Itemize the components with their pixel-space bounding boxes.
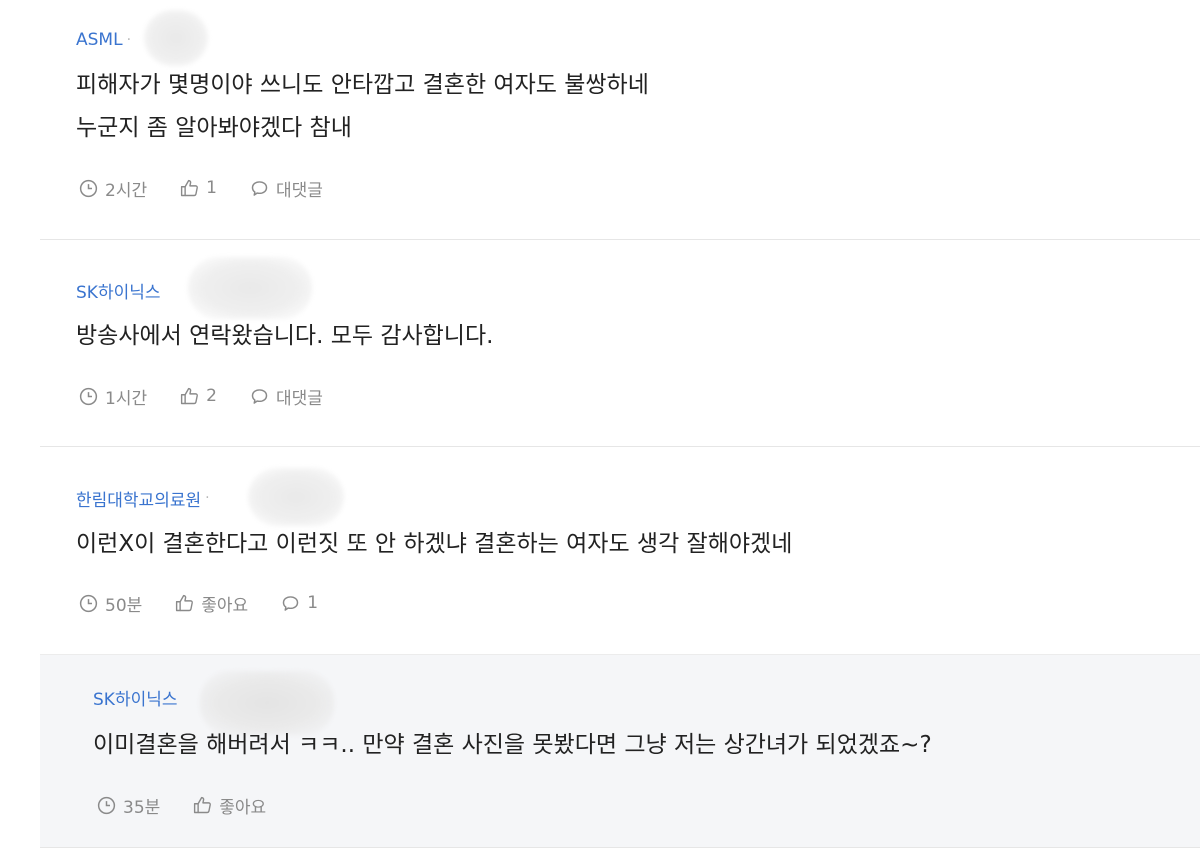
blurred-nickname	[248, 468, 344, 526]
comment-meta: 35분 좋아요	[96, 793, 298, 818]
thumbs-up-icon	[181, 179, 199, 196]
author-separator: ·	[126, 32, 132, 48]
comment-author-row: ASML ·	[76, 28, 136, 52]
comment-body: 이런X이 결혼한다고 이런짓 또 안 하겠냐 결혼하는 여자도 생각 잘해야겠네	[76, 531, 793, 557]
comment-body: 방송사에서 연락왔습니다. 모두 감사합니다.	[76, 323, 494, 349]
comment-body: 이미결혼을 해버려서 ㅋㅋ.. 만약 결혼 사진을 못봤다면 그냥 저는 상간녀…	[93, 732, 932, 758]
comment-author[interactable]: SK하이닉스	[93, 685, 178, 710]
comment-author-row: SK하이닉스	[93, 685, 178, 710]
comment-author-row: 한림대학교의료원 ·	[76, 486, 215, 511]
comment-time: 2시간	[78, 176, 147, 201]
blurred-nickname	[188, 257, 312, 319]
clock-icon	[79, 179, 98, 197]
reply-button[interactable]: 대댓글	[249, 176, 323, 201]
thumbs-up-icon	[181, 387, 199, 404]
comment-author[interactable]: 한림대학교의료원	[76, 486, 201, 511]
comment-item: 한림대학교의료원 · 이런X이 결혼한다고 이런짓 또 안 하겠냐 결혼하는 여…	[40, 448, 1200, 654]
author-separator: ·	[205, 490, 210, 506]
clock-icon	[79, 594, 98, 612]
thumbs-up-icon	[176, 594, 194, 611]
clock-icon	[97, 796, 116, 814]
comment-author[interactable]: ASML	[76, 30, 123, 50]
like-button[interactable]: 1	[179, 178, 217, 199]
comment-meta: 1시간 2 대댓글	[78, 384, 355, 409]
reply-button[interactable]: 1	[280, 593, 318, 614]
thumbs-up-icon	[194, 796, 212, 813]
blurred-nickname	[144, 10, 208, 66]
comment-item: SK하이닉스 방송사에서 연락왔습니다. 모두 감사합니다. 1시간 2 대댓글	[40, 241, 1200, 447]
comment-time: 50분	[78, 591, 142, 616]
comment-author-row: SK하이닉스	[76, 278, 161, 303]
speech-bubble-icon	[282, 595, 299, 611]
comment-time: 35분	[96, 793, 160, 818]
comment-meta: 2시간 1 대댓글	[78, 176, 355, 201]
speech-bubble-icon	[251, 388, 268, 404]
speech-bubble-icon	[251, 180, 268, 196]
reply-item: SK하이닉스 이미결혼을 해버려서 ㅋㅋ.. 만약 결혼 사진을 못봤다면 그냥…	[40, 654, 1200, 848]
comment-item: ASML · 피해자가 몇명이야 쓰니도 안타깝고 결혼한 여자도 불쌍하네 누…	[40, 0, 1200, 240]
like-button[interactable]: 2	[179, 386, 217, 407]
clock-icon	[79, 387, 98, 405]
reply-button[interactable]: 대댓글	[249, 384, 323, 409]
comment-body: 피해자가 몇명이야 쓰니도 안타깝고 결혼한 여자도 불쌍하네 누군지 좀 알아…	[76, 72, 649, 141]
comment-meta: 50분 좋아요 1	[78, 591, 350, 616]
like-button[interactable]: 좋아요	[192, 793, 266, 818]
comment-author[interactable]: SK하이닉스	[76, 278, 161, 303]
like-button[interactable]: 좋아요	[174, 591, 248, 616]
comment-time: 1시간	[78, 384, 147, 409]
